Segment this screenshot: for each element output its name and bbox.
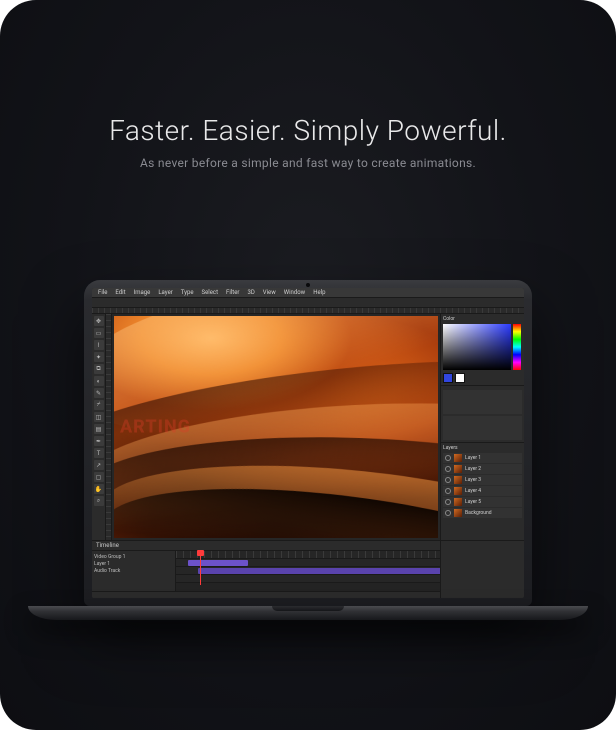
timeline-ruler[interactable] bbox=[176, 551, 440, 559]
menu-item[interactable]: Image bbox=[134, 289, 151, 296]
layer-row[interactable]: Layer 4 bbox=[443, 486, 522, 496]
background-swatch[interactable] bbox=[455, 373, 465, 383]
menubar[interactable]: File Edit Image Layer Type Select Filter… bbox=[92, 288, 524, 298]
timeline-header[interactable]: Timeline bbox=[92, 541, 440, 551]
panel-placeholder[interactable] bbox=[443, 390, 522, 414]
timeline-body: Video Group 1 Layer 1 Audio Track bbox=[92, 551, 440, 598]
laptop-notch bbox=[272, 606, 344, 611]
subhead-text: As never before a simple and fast way to… bbox=[0, 156, 616, 170]
laptop-screen: File Edit Image Layer Type Select Filter… bbox=[92, 288, 524, 598]
lasso-tool-icon[interactable]: ⌇ bbox=[94, 340, 104, 350]
visibility-icon[interactable] bbox=[445, 466, 451, 472]
options-bar[interactable] bbox=[92, 298, 524, 308]
eyedropper-tool-icon[interactable]: ◐ bbox=[94, 376, 104, 386]
track-label[interactable]: Audio Track bbox=[94, 567, 173, 574]
layer-row[interactable]: Layer 2 bbox=[443, 464, 522, 474]
eraser-tool-icon[interactable]: ◫ bbox=[94, 412, 104, 422]
visibility-icon[interactable] bbox=[445, 455, 451, 461]
color-panel-title: Color bbox=[443, 316, 522, 322]
right-panel-dock: Color bbox=[440, 314, 524, 540]
document-canvas[interactable]: ARTING bbox=[114, 316, 438, 538]
timeline-tracks[interactable] bbox=[176, 551, 440, 585]
timeline-track[interactable] bbox=[176, 567, 440, 575]
gradient-tool-icon[interactable]: ▤ bbox=[94, 424, 104, 434]
layers-panel-title: Layers bbox=[443, 445, 522, 451]
brush-tool-icon[interactable]: ✎ bbox=[94, 388, 104, 398]
shape-tool-icon[interactable]: ▢ bbox=[94, 472, 104, 482]
workarea: ✥ ▭ ⌇ ✦ ⧉ ◐ ✎ ⌿ ◫ ▤ ✒ T ↗ bbox=[92, 314, 524, 540]
menu-item[interactable]: 3D bbox=[247, 289, 254, 296]
panel-placeholder[interactable] bbox=[443, 416, 522, 440]
foreground-swatch[interactable] bbox=[443, 373, 453, 383]
layer-row[interactable]: Layer 1 bbox=[443, 453, 522, 463]
floor-reflection bbox=[0, 620, 616, 730]
track-label[interactable]: Layer 1 bbox=[94, 560, 173, 567]
layer-thumb bbox=[454, 454, 462, 462]
menu-item[interactable]: Help bbox=[313, 289, 325, 296]
adjustments-panel bbox=[441, 386, 524, 443]
laptop-lid: File Edit Image Layer Type Select Filter… bbox=[84, 280, 532, 606]
hand-tool-icon[interactable]: ✋ bbox=[94, 484, 104, 494]
laptop-base bbox=[28, 606, 588, 620]
layers-panel: Layers Layer 1 Layer 2 Layer 3 Layer 4 L… bbox=[441, 443, 524, 540]
menu-item[interactable]: Layer bbox=[158, 289, 172, 296]
promo-card: Faster. Easier. Simply Powerful. As neve… bbox=[0, 0, 616, 730]
marquee-tool-icon[interactable]: ▭ bbox=[94, 328, 104, 338]
layer-thumb bbox=[454, 509, 462, 517]
timeline-panel: Timeline Video Group 1 Layer 1 Audio Tra… bbox=[92, 540, 440, 598]
timeline-track[interactable] bbox=[176, 559, 440, 567]
layer-label: Layer 1 bbox=[465, 455, 481, 461]
layer-row[interactable]: Background bbox=[443, 508, 522, 518]
menu-item[interactable]: Filter bbox=[226, 289, 239, 296]
canvas-area[interactable]: ARTING bbox=[112, 314, 440, 540]
layer-label: Layer 5 bbox=[465, 499, 481, 505]
camera-dot bbox=[306, 283, 310, 287]
playhead[interactable] bbox=[200, 551, 201, 585]
menu-item[interactable]: Select bbox=[202, 289, 219, 296]
layer-thumb bbox=[454, 476, 462, 484]
crop-tool-icon[interactable]: ⧉ bbox=[94, 364, 104, 374]
visibility-icon[interactable] bbox=[445, 488, 451, 494]
layer-label: Layer 3 bbox=[465, 477, 481, 483]
hue-slider[interactable] bbox=[513, 324, 521, 370]
move-tool-icon[interactable]: ✥ bbox=[94, 316, 104, 326]
visibility-icon[interactable] bbox=[445, 499, 451, 505]
stamp-tool-icon[interactable]: ⌿ bbox=[94, 400, 104, 410]
menu-item[interactable]: View bbox=[263, 289, 276, 296]
menu-item[interactable]: Edit bbox=[115, 289, 125, 296]
layer-row[interactable]: Layer 3 bbox=[443, 475, 522, 485]
timeline-footer bbox=[92, 591, 440, 598]
layer-thumb bbox=[454, 465, 462, 473]
zoom-tool-icon[interactable]: ⌕ bbox=[94, 496, 104, 506]
pen-tool-icon[interactable]: ✒ bbox=[94, 436, 104, 446]
visibility-icon[interactable] bbox=[445, 510, 451, 516]
layer-label: Layer 2 bbox=[465, 466, 481, 472]
color-field[interactable] bbox=[443, 324, 511, 370]
layer-label: Layer 4 bbox=[465, 488, 481, 494]
wand-tool-icon[interactable]: ✦ bbox=[94, 352, 104, 362]
track-label[interactable]: Video Group 1 bbox=[94, 553, 173, 560]
layer-row[interactable]: Layer 5 bbox=[443, 497, 522, 507]
headline-text: Faster. Easier. Simply Powerful. bbox=[0, 114, 616, 147]
laptop-mockup: File Edit Image Layer Type Select Filter… bbox=[84, 280, 532, 620]
timeline-track[interactable] bbox=[176, 575, 440, 583]
menu-item[interactable]: File bbox=[98, 289, 107, 296]
path-tool-icon[interactable]: ↗ bbox=[94, 460, 104, 470]
layer-thumb bbox=[454, 487, 462, 495]
toolbar-left: ✥ ▭ ⌇ ✦ ⧉ ◐ ✎ ⌿ ◫ ▤ ✒ T ↗ bbox=[92, 314, 106, 540]
color-panel: Color bbox=[441, 314, 524, 386]
menu-item[interactable]: Window bbox=[284, 289, 305, 296]
color-picker[interactable] bbox=[443, 324, 521, 370]
photoshop-app: File Edit Image Layer Type Select Filter… bbox=[92, 288, 524, 598]
layer-thumb bbox=[454, 498, 462, 506]
right-dock-footer bbox=[440, 540, 524, 598]
menu-item[interactable]: Type bbox=[181, 289, 194, 296]
layer-label: Background bbox=[465, 510, 492, 516]
color-swatches bbox=[443, 373, 522, 383]
visibility-icon[interactable] bbox=[445, 477, 451, 483]
type-tool-icon[interactable]: T bbox=[94, 448, 104, 458]
timeline-clip[interactable] bbox=[188, 560, 248, 566]
timeline-title: Timeline bbox=[96, 542, 119, 549]
